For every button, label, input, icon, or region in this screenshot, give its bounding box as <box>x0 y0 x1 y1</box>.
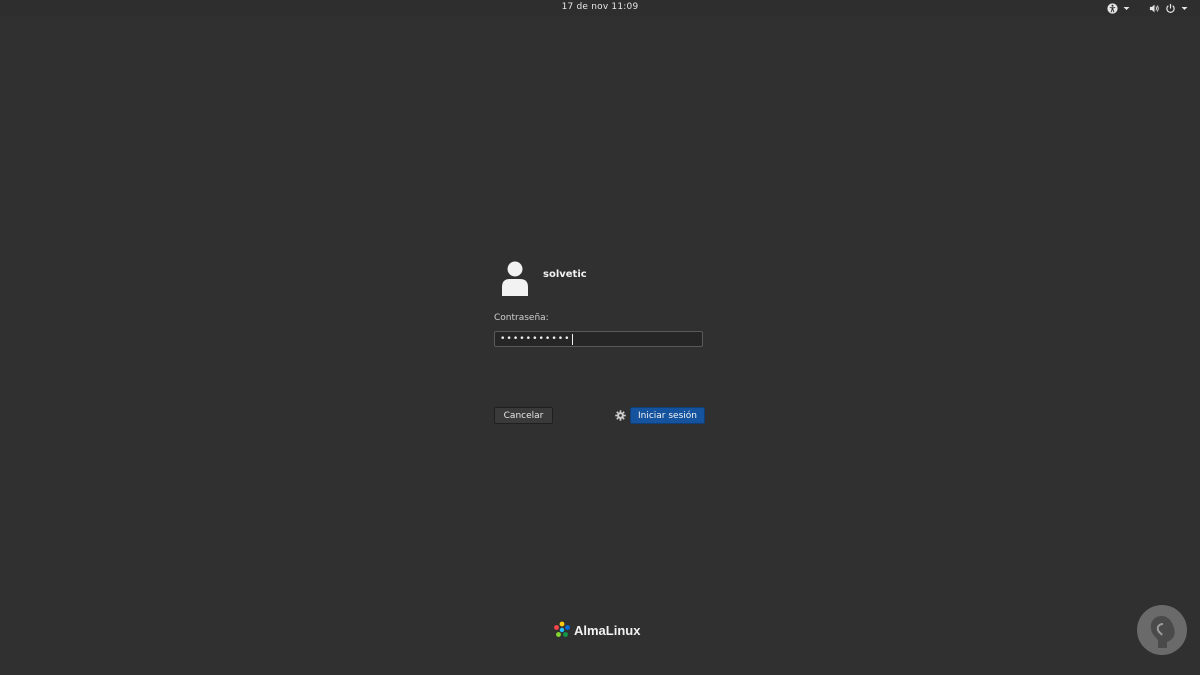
date-time-clock[interactable]: 17 de nov 11:09 <box>0 2 1200 12</box>
brand-name: AlmaLinux <box>574 622 641 638</box>
system-menu[interactable] <box>1149 2 1188 14</box>
cancel-button[interactable]: Cancelar <box>494 407 553 424</box>
accessibility-menu[interactable] <box>1107 2 1130 14</box>
watermark-logo-icon <box>1137 605 1187 655</box>
distro-branding: AlmaLinux <box>553 620 640 640</box>
volume-icon <box>1149 4 1159 12</box>
login-screen: 17 de nov 11:09 solvetic Contraseña: •••… <box>0 0 1200 675</box>
almalinux-logo-icon <box>554 621 570 637</box>
text-cursor <box>571 333 573 345</box>
login-button[interactable]: Iniciar sesión <box>630 407 705 424</box>
chevron-down-icon <box>1123 6 1130 10</box>
top-bar: 17 de nov 11:09 <box>0 0 1200 16</box>
password-mask: ••••••••••• <box>500 333 571 344</box>
user-avatar-icon <box>502 261 528 296</box>
chevron-down-icon <box>1181 6 1188 10</box>
password-input[interactable]: ••••••••••• <box>494 331 703 347</box>
username-label: solvetic <box>543 269 587 280</box>
power-icon <box>1166 3 1175 13</box>
password-label: Contraseña: <box>494 313 549 323</box>
gear-icon[interactable] <box>615 410 626 421</box>
accessibility-icon <box>1107 2 1118 14</box>
